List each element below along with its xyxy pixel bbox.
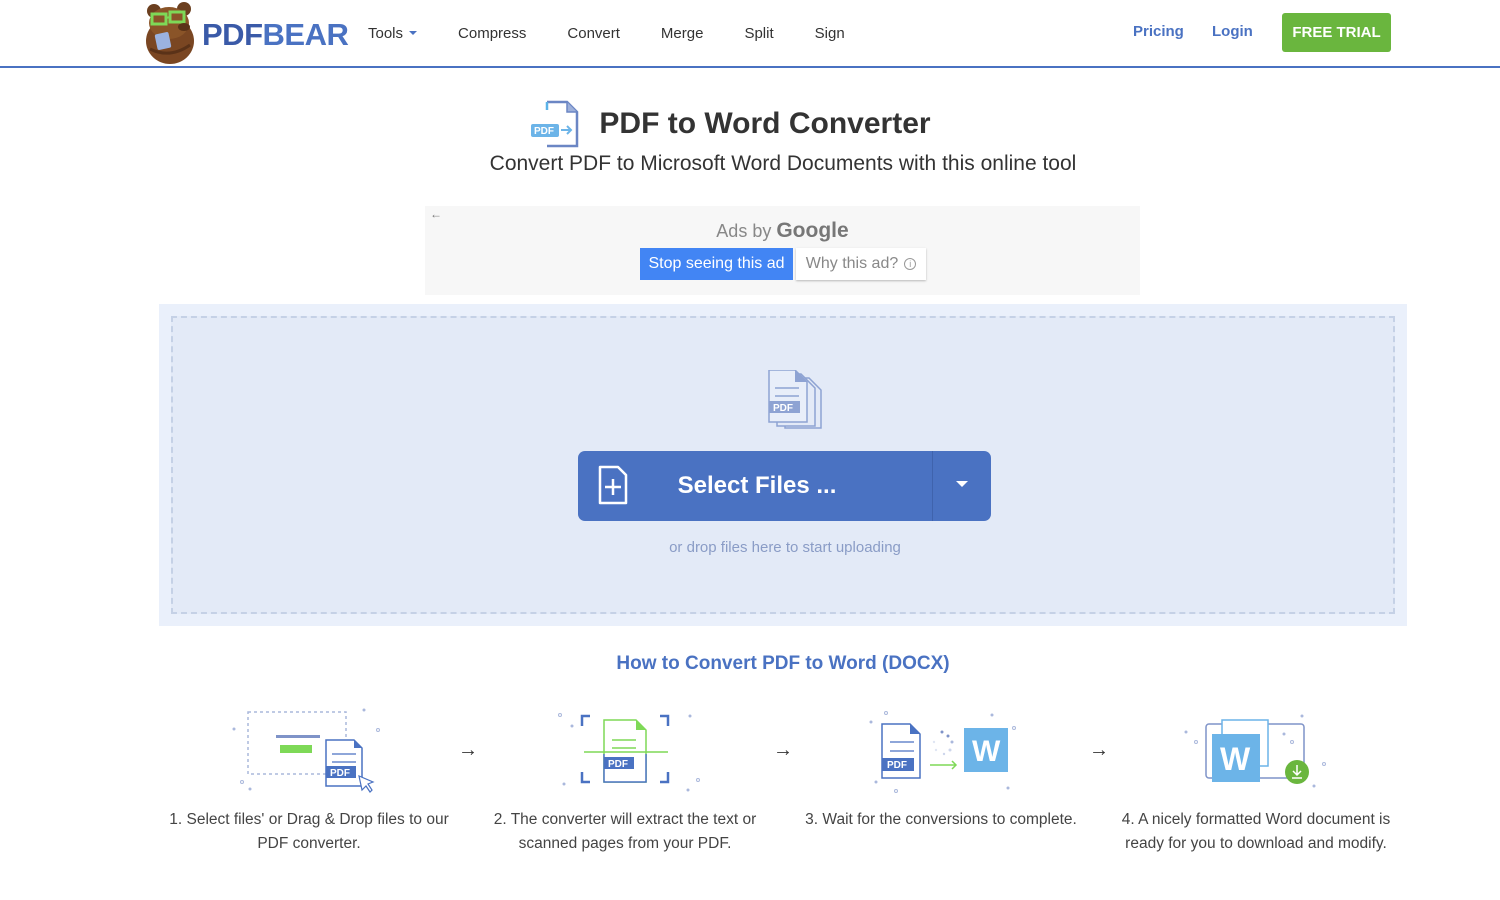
ads-by-google: Ads by Google	[425, 219, 1140, 243]
select-files-button[interactable]: Select Files ...	[578, 451, 991, 521]
conversion-step-icon: PDF W	[869, 711, 1016, 793]
why-this-ad-button[interactable]: Why this ad? i	[796, 248, 926, 280]
pricing-link[interactable]: Pricing	[1133, 23, 1184, 40]
caret-down-icon	[956, 481, 968, 487]
google-label: Google	[776, 219, 849, 242]
ads-by-label: Ads by	[716, 221, 772, 241]
bear-mascot-icon	[146, 2, 194, 64]
select-source-dropdown[interactable]	[933, 451, 991, 521]
select-files-label: Select Files ...	[677, 472, 837, 499]
step-arrow-icon: →	[458, 739, 478, 761]
howto-title: How to Convert PDF to Word (DOCX)	[616, 653, 950, 674]
step-4-text: 4. A nicely formatted Word document is r…	[1121, 811, 1391, 852]
nav-compress[interactable]: Compress	[458, 25, 526, 42]
nav-sign[interactable]: Sign	[815, 25, 845, 42]
nav-tools-label: Tools	[368, 24, 404, 42]
step-3-text: 3. Wait for the conversions to complete.	[805, 811, 1077, 828]
step-arrow-icon: →	[1089, 739, 1109, 761]
nav-split[interactable]: Split	[744, 25, 773, 42]
nav-merge[interactable]: Merge	[661, 25, 704, 42]
step3-pdf-badge: PDF	[887, 760, 907, 771]
hero: PDF PDF to Word Converter	[0, 100, 1500, 148]
step3-word-letter: W	[972, 735, 1001, 768]
why-this-ad-label: Why this ad?	[805, 255, 899, 272]
step-2-text: 2. The converter will extract the text o…	[493, 811, 757, 852]
info-icon: i	[904, 258, 917, 270]
drop-hint: or drop files here to start uploading	[669, 539, 901, 556]
download-step-icon: W	[1184, 714, 1326, 788]
nav-tools[interactable]: Tools	[368, 24, 418, 42]
add-file-icon	[598, 465, 628, 505]
logo-text: PDFBEAR	[202, 17, 349, 53]
logo[interactable]: PDFBEAR	[144, 0, 349, 66]
logo-text-bear: BEAR	[262, 17, 349, 52]
select-files-main[interactable]: Select Files ...	[578, 451, 933, 521]
free-trial-button[interactable]: FREE TRIAL	[1282, 13, 1391, 52]
caret-down-icon	[409, 31, 418, 35]
step1-pdf-badge: PDF	[330, 768, 350, 779]
login-link[interactable]: Login	[1212, 23, 1253, 40]
pdf-badge-text: PDF	[534, 126, 554, 137]
logo-text-pdf: PDF	[202, 17, 263, 52]
page-title: PDF to Word Converter	[599, 107, 931, 140]
step2-pdf-badge: PDF	[608, 759, 628, 770]
main-nav: Tools Compress Convert Merge Split Sign	[368, 0, 886, 66]
site-header: PDFBEAR Tools Compress Convert Merge Spl…	[0, 0, 1500, 68]
files-pdf-badge: PDF	[773, 403, 793, 414]
nav-convert[interactable]: Convert	[567, 25, 620, 42]
drop-zone[interactable]: PDF Select Files ... or drop files here …	[171, 316, 1395, 614]
select-files-step-icon: PDF	[232, 708, 380, 793]
pdf-files-icon: PDF	[768, 370, 822, 429]
step4-word-letter: W	[1220, 741, 1251, 777]
pdf-to-word-icon: PDF	[531, 100, 579, 148]
upload-area: PDF Select Files ... or drop files here …	[159, 304, 1407, 626]
ad-banner: ← Ads by Google Stop seeing this ad Why …	[425, 206, 1140, 295]
step-arrow-icon: →	[773, 739, 793, 761]
stop-seeing-ad-button[interactable]: Stop seeing this ad	[640, 248, 793, 280]
step-1-text: 1. Select files' or Drag & Drop files to…	[169, 811, 449, 852]
page-subtitle: Convert PDF to Microsoft Word Documents …	[489, 152, 1077, 175]
extract-text-step-icon: PDF	[558, 713, 700, 792]
